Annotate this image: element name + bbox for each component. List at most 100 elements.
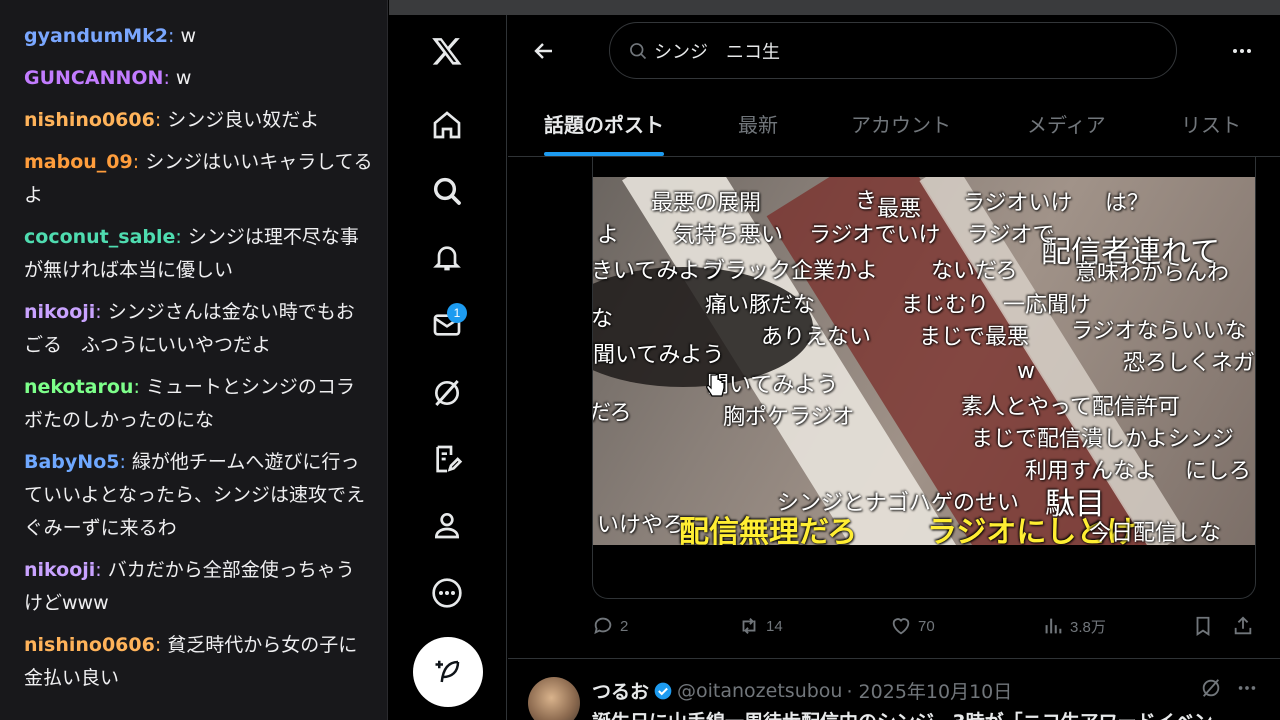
mail-badge: 1 — [447, 303, 467, 323]
main-column: 話題のポスト 最新 アカウント メディア リスト 最悪の展開 き 最悪 ラジオい… — [508, 15, 1280, 720]
more-icon[interactable] — [425, 571, 469, 615]
compose-post-button[interactable] — [413, 637, 483, 707]
reply-count: 2 — [620, 617, 629, 635]
danmaku-comment: 気持ち悪い — [673, 223, 784, 248]
window-top-strip — [389, 0, 1280, 15]
danmaku-comment: ラジオで — [967, 223, 1055, 248]
hand-cursor-icon — [706, 373, 725, 397]
danmaku-comment: 胸ポケラジオ — [723, 405, 855, 430]
ellipsis-icon[interactable] — [1236, 677, 1258, 699]
search-tabs: 話題のポスト 最新 アカウント メディア リスト — [508, 101, 1280, 157]
repost-icon — [742, 618, 756, 634]
tab-media[interactable]: メディア — [1027, 109, 1106, 138]
danmaku-comment: まじで配信潰しかよシンジ — [971, 427, 1234, 452]
danmaku-comment: まじで最悪 — [919, 325, 1030, 350]
search-box[interactable] — [609, 22, 1177, 79]
search-icon[interactable] — [425, 169, 469, 213]
back-button[interactable] — [528, 35, 560, 67]
side-nav: 1 — [389, 15, 507, 720]
danmaku-comment: は？ — [1105, 191, 1150, 216]
bookmark-button[interactable] — [1192, 615, 1220, 637]
profile-icon[interactable] — [425, 503, 469, 547]
danmaku-comment: ラジオでいけ — [809, 223, 941, 248]
search-input[interactable] — [654, 40, 1134, 61]
like-button[interactable]: 70 — [890, 615, 935, 637]
danmaku-comment: ラジオいけ — [963, 191, 1073, 216]
tab-accounts[interactable]: アカウント — [851, 109, 951, 138]
chat-panel: gyandumMk2: w GUNCANNON: w nishino0606: … — [0, 0, 388, 720]
post-media-card[interactable]: 最悪の展開 き 最悪 ラジオいけ は？ 配信者連れて よ 気持ち悪い ラジオでい… — [592, 157, 1256, 599]
chat-message: nishino0606: 貧乏時代から女の子に金払い良い — [24, 634, 358, 689]
share-button[interactable] — [1232, 615, 1260, 637]
chat-message: nikooji: バカだから全部金使っちゃうけどwww — [24, 559, 355, 614]
feather-plus-icon — [435, 660, 460, 683]
video-player[interactable]: 最悪の展開 き 最悪 ラジオいけ は？ 配信者連れて よ 気持ち悪い ラジオでい… — [593, 177, 1256, 545]
chat-username[interactable]: BabyNo5 — [24, 451, 119, 473]
author-handle[interactable]: @oitanozetsubou — [677, 680, 842, 702]
post-date[interactable]: · 2025年10月10日 — [846, 677, 1012, 704]
danmaku-comment: な — [593, 307, 614, 332]
reply-icon — [594, 617, 612, 635]
danmaku-comment: いけやろ — [597, 513, 686, 538]
view-count: 3.8万 — [1070, 618, 1106, 636]
repost-count: 14 — [766, 617, 783, 635]
danmaku-comment: 配信無理だろ — [679, 515, 858, 545]
grok-icon[interactable] — [425, 371, 469, 415]
chat-username[interactable]: nishino0606 — [24, 634, 155, 656]
danmaku-comment: w — [1017, 359, 1035, 384]
grok-icon[interactable] — [1200, 677, 1222, 699]
danmaku-comment: ないだろ — [931, 259, 1018, 284]
chat-username[interactable]: gyandumMk2 — [24, 25, 168, 47]
mail-icon[interactable]: 1 — [425, 303, 469, 347]
bell-icon[interactable] — [425, 235, 469, 279]
chat-username[interactable]: GUNCANNON — [24, 67, 163, 89]
tab-top[interactable]: 話題のポスト — [544, 109, 664, 138]
danmaku-comment: 今日配信しな — [1089, 521, 1222, 545]
repost-button[interactable]: 14 — [738, 615, 783, 637]
chat-username[interactable]: nikooji — [24, 301, 95, 323]
more-options-button[interactable] — [1224, 33, 1260, 69]
avatar[interactable] — [528, 677, 580, 720]
chat-message: BabyNo5: 緑が他チームへ遊びに行っていいよとなったら、シンジは速攻でえぐ… — [24, 451, 366, 539]
tab-latest[interactable]: 最新 — [738, 109, 778, 138]
compose-list-icon[interactable] — [425, 437, 469, 481]
danmaku-comment: にしろ — [1185, 459, 1252, 484]
search-icon — [630, 42, 647, 59]
active-tab-indicator — [544, 152, 664, 156]
chat-message: GUNCANNON: w — [24, 67, 192, 89]
bookmark-icon — [1196, 616, 1210, 636]
danmaku-comment: 素人とやって配信許可 — [961, 395, 1180, 420]
chat-username[interactable]: nekotarou — [24, 376, 133, 398]
heart-icon — [892, 618, 910, 635]
chat-message: nishino0606: シンジ良い奴だよ — [24, 109, 320, 131]
danmaku-comment: き — [855, 189, 878, 214]
chat-message: gyandumMk2: w — [24, 25, 197, 47]
chat-username[interactable]: mabou_09 — [24, 151, 133, 173]
chat-message: nekotarou: ミュートとシンジのコラボたのしかったのにな — [24, 376, 355, 431]
like-count: 70 — [918, 617, 935, 635]
next-post[interactable]: つるお @oitanozetsubou · 2025年10月10日 誕生日に山手… — [508, 659, 1280, 720]
danmaku-comment: 意味わからんわ — [1075, 261, 1230, 286]
home-icon[interactable] — [425, 103, 469, 147]
x-logo-icon[interactable] — [425, 29, 469, 73]
chat-message: nikooji: シンジさんは金ない時でもおごる ふつうにいいやつだよ — [24, 301, 355, 356]
danmaku-comment: 痛い豚だな — [705, 293, 816, 318]
chat-username[interactable]: nishino0606 — [24, 109, 155, 131]
post-text: 誕生日に山手線一周徒歩配信中のシンジ、3時が「ニコ生アワードイベン — [592, 707, 1213, 720]
chat-username[interactable]: nikooji — [24, 559, 95, 581]
post-header-actions — [1200, 677, 1258, 699]
chat-text: w — [174, 25, 197, 47]
views-button[interactable]: 3.8万 — [1042, 615, 1106, 637]
danmaku-comment: まじむり — [901, 293, 990, 318]
danmaku-comment: 恐ろしくネガ — [1123, 351, 1256, 376]
danmaku-comment: 聞いてみよう — [593, 343, 725, 368]
danmaku-comment: ありえない — [761, 325, 872, 350]
analytics-icon — [1045, 618, 1062, 634]
chat-username[interactable]: coconut_sable — [24, 226, 175, 248]
ellipsis-icon — [1233, 49, 1251, 53]
author-name[interactable]: つるお — [592, 677, 649, 704]
tab-lists[interactable]: リスト — [1181, 109, 1241, 138]
post-actions: 2 14 70 3.8万 — [592, 615, 1256, 645]
danmaku-comment: よ — [597, 223, 620, 248]
reply-button[interactable]: 2 — [592, 615, 628, 637]
